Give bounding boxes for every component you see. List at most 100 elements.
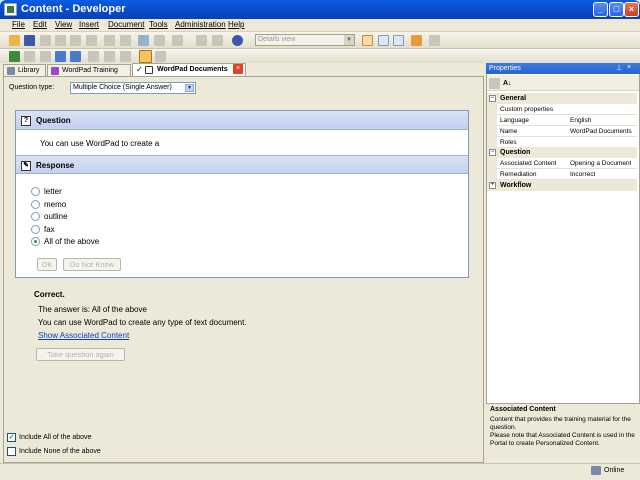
publish-icon[interactable] [411,35,422,46]
status-text: Online [604,467,625,474]
split-vertical-icon[interactable] [393,35,404,46]
split-horizontal-icon[interactable] [378,35,389,46]
edit-icon[interactable] [139,50,152,63]
online-icon [591,466,601,475]
menu-help[interactable]: Help [228,20,244,29]
property-value[interactable]: Opening a Document [570,158,631,169]
view-select[interactable]: Details view ▼ [255,34,355,46]
category-general[interactable]: − General [487,93,637,104]
question-type-select[interactable]: Multiple Choice (Single Answer) ▼ [70,82,196,94]
include-none-checkbox[interactable] [7,447,16,456]
question-heading: Question [36,116,71,125]
include-all-label: Include All of the above [19,434,92,441]
question-icon [145,66,153,74]
question-header: ? Question [16,111,468,130]
do-not-know-button[interactable]: Do Not Know [63,258,121,271]
find-icon[interactable] [172,35,183,46]
tab-label: Library [18,67,40,74]
paste-icon[interactable] [70,35,81,46]
category-workflow[interactable]: + Workflow [487,180,637,191]
close-panel-icon[interactable]: × [627,64,631,71]
take-question-again-button[interactable]: Take question again [36,348,125,361]
radio-button[interactable] [31,225,40,234]
property-key: Language [500,117,529,124]
maximize-button[interactable]: □ [609,2,624,17]
cut-icon[interactable] [40,35,51,46]
copy-icon[interactable] [55,35,66,46]
property-value[interactable]: English [570,115,591,126]
open-icon[interactable] [9,35,20,46]
chevron-down-icon: ▼ [344,35,354,45]
property-value[interactable]: WordPad Documents [570,126,632,137]
forward-icon[interactable] [154,35,165,46]
up-icon[interactable] [88,51,99,62]
preview-icon[interactable] [155,51,166,62]
app-icon[interactable] [4,3,17,16]
pin-icon[interactable]: ⊥ [616,64,622,72]
radio-button[interactable] [31,212,40,221]
option-label: outline [44,212,68,221]
collapse-icon[interactable]: − [489,95,496,102]
window-title: Content - Developer [21,3,126,15]
properties-icon[interactable] [429,35,440,46]
redo-icon[interactable] [120,35,131,46]
library-icon [7,67,15,75]
add-icon[interactable] [9,51,20,62]
property-row[interactable]: Remediation Incorrect [487,169,637,180]
property-key: Remediation [500,171,537,178]
sort-alpha-icon[interactable]: A↓ [503,78,514,89]
screen-icon[interactable] [55,51,66,62]
categorized-icon[interactable] [489,78,500,89]
tab-wordpad-documents[interactable]: ✓ WordPad Documents [132,63,246,76]
filter-icon[interactable] [212,35,223,46]
layout-icon[interactable] [362,35,373,46]
menu-view[interactable]: View [55,20,72,29]
menu-tools[interactable]: Tools [149,20,168,29]
response-heading: Response [36,161,75,170]
menu-edit[interactable]: Edit [33,20,47,29]
include-none-label: Include None of the above [19,448,101,455]
frame-icon[interactable] [70,51,81,62]
property-row[interactable]: Name WordPad Documents [487,126,637,137]
tab-library[interactable]: Library [3,64,46,76]
property-row[interactable]: Associated Content Opening a Document [487,158,637,169]
save-icon[interactable] [24,35,35,46]
description-title: Associated Content [490,406,556,413]
close-button[interactable]: × [624,2,639,17]
category-label: General [500,95,527,102]
expand-icon[interactable]: + [489,182,496,189]
check-icon: ✓ [136,65,143,74]
radio-button[interactable] [31,187,40,196]
menu-administration[interactable]: Administration [175,20,226,29]
link-icon[interactable] [40,51,51,62]
radio-button-selected[interactable] [31,237,40,246]
show-associated-content-link[interactable]: Show Associated Content [38,331,129,340]
undo-icon[interactable] [104,35,115,46]
back-icon[interactable] [138,35,149,46]
question-type-value: Multiple Choice (Single Answer) [73,84,172,91]
delete-icon[interactable] [86,35,97,46]
question-text: You can use WordPad to create a [40,139,160,148]
sort-icon[interactable] [196,35,207,46]
minimize-button[interactable]: _ [593,2,608,17]
close-tab-icon[interactable]: × [233,64,243,74]
menu-insert[interactable]: Insert [79,20,99,29]
menu-file[interactable]: File [12,20,25,29]
move-icon[interactable] [24,51,35,62]
ok-button[interactable]: OK [37,258,57,271]
include-all-checkbox[interactable]: ✓ [7,433,16,442]
help-icon[interactable] [232,35,243,46]
property-key: Name [500,128,518,135]
collapse-icon[interactable]: − [489,149,496,156]
indent-icon[interactable] [120,51,131,62]
radio-button[interactable] [31,200,40,209]
question-type-label: Question type: [9,84,55,91]
property-value[interactable]: Incorrect [570,169,595,180]
tab-wordpad-training[interactable]: WordPad Training [47,64,131,76]
category-question[interactable]: − Question [487,147,637,158]
down-icon[interactable] [104,51,115,62]
property-row[interactable]: Custom properties [487,104,637,115]
menu-document[interactable]: Document [108,20,144,29]
properties-toolbar: A↓ [487,75,639,91]
property-row[interactable]: Language English [487,115,637,126]
